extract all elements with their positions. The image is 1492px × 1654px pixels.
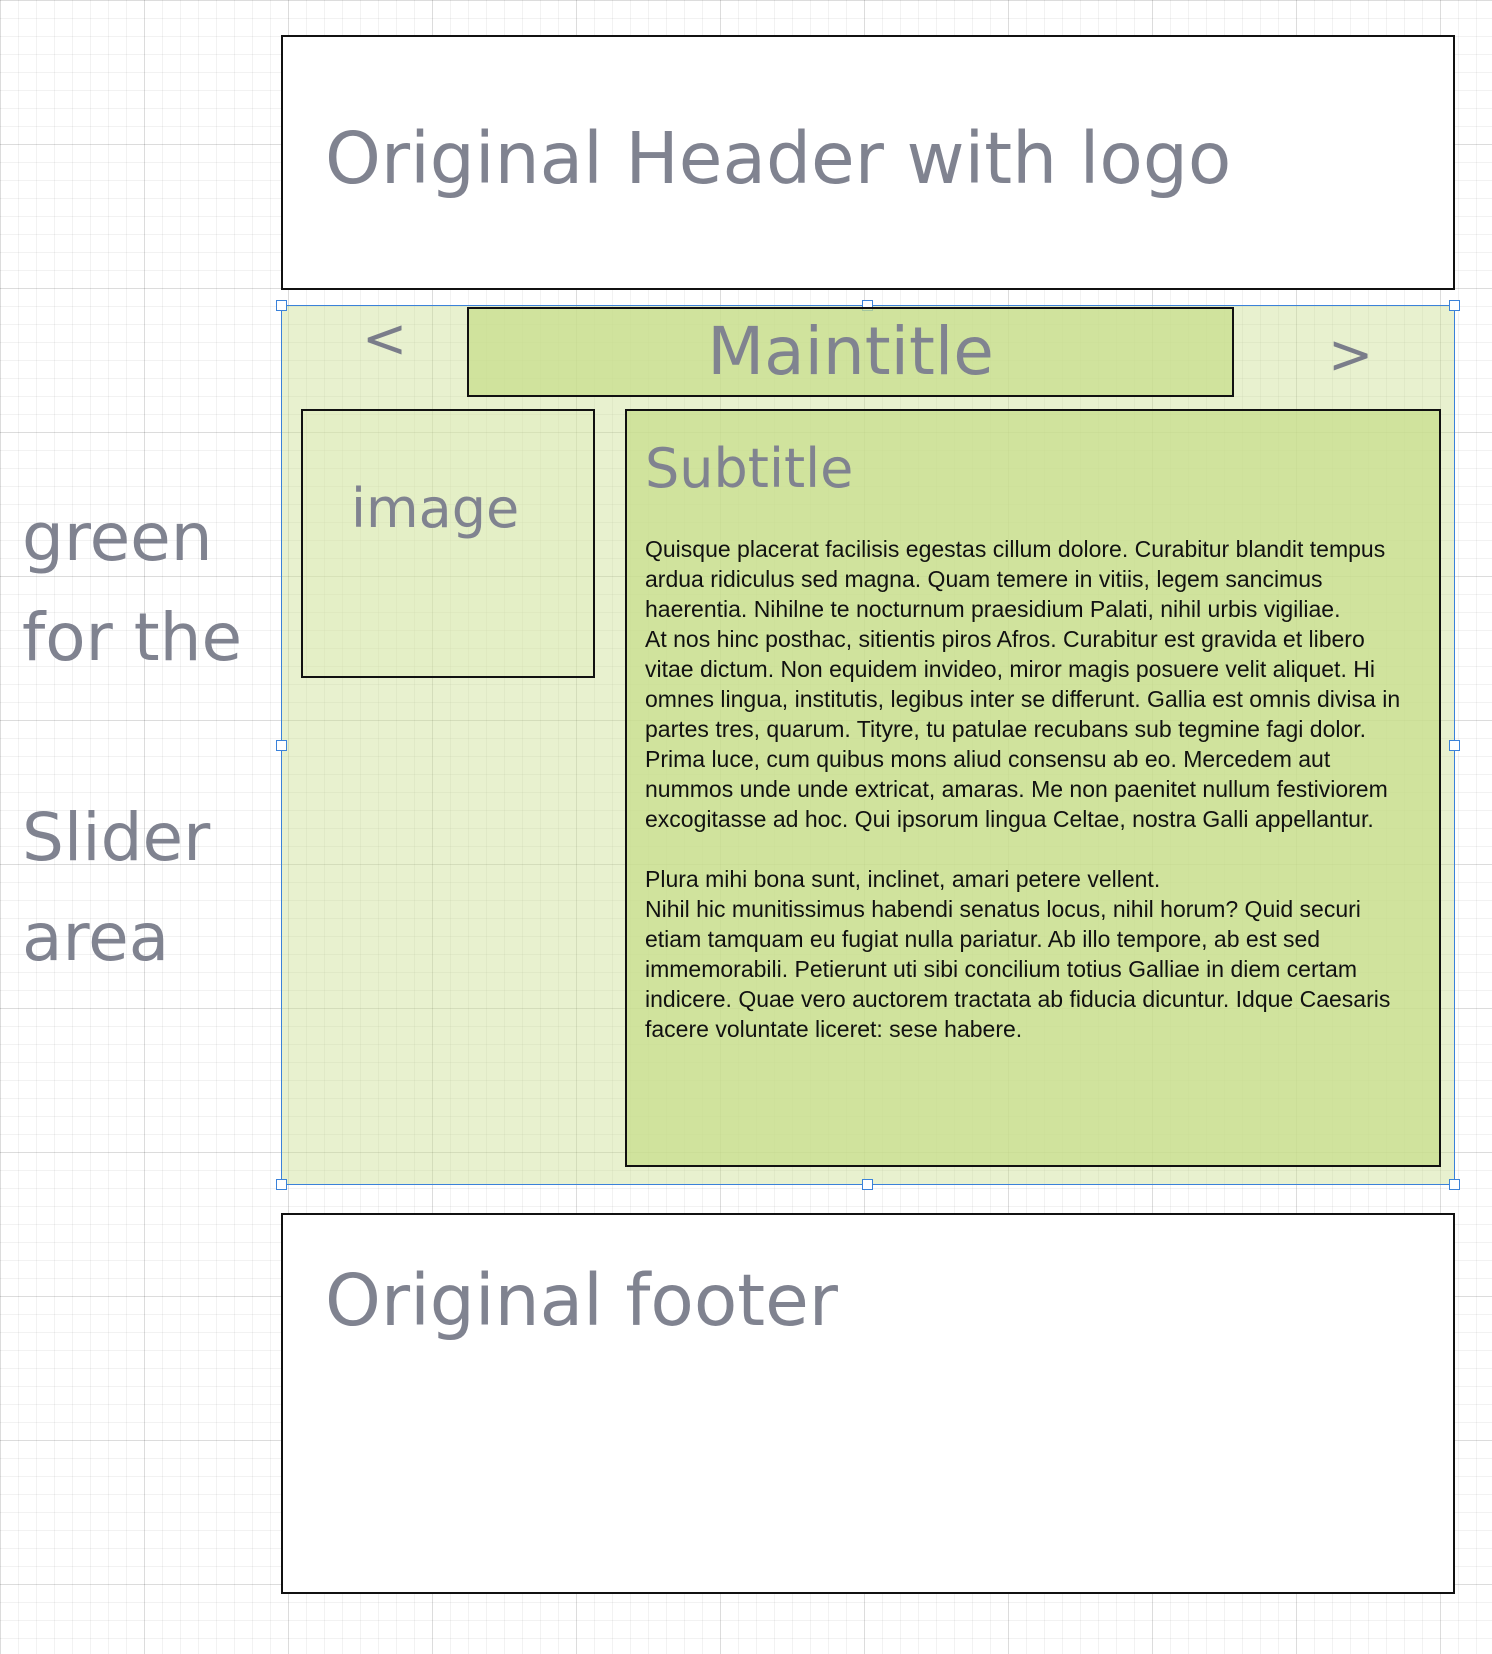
side-note-line: green [22, 499, 213, 576]
body-paragraph: Plura mihi bona sunt, inclinet, amari pe… [645, 866, 1161, 892]
maintitle-label: Maintitle [707, 313, 994, 390]
footer-label: Original footer [325, 1259, 838, 1342]
chevron-right-icon[interactable]: > [1328, 328, 1373, 382]
resize-handle-top-left[interactable] [276, 300, 287, 311]
chevron-left-icon[interactable]: < [362, 312, 407, 366]
body-paragraph: Nihil hic munitissimus habendi senatus l… [645, 896, 1391, 1042]
resize-handle-bottom-left[interactable] [276, 1179, 287, 1190]
resize-handle-top-right[interactable] [1449, 300, 1460, 311]
resize-handle-bottom-right[interactable] [1449, 1179, 1460, 1190]
body-paragraph: At nos hinc posthac, sitientis piros Afr… [645, 626, 1401, 742]
body-text: Quisque placerat facilisis egestas cillu… [645, 534, 1415, 1044]
side-note-line: for the [22, 599, 243, 676]
side-note: green for the Slider area [22, 488, 272, 988]
header-label: Original Header with logo [325, 117, 1232, 200]
maintitle-box: Maintitle [467, 307, 1234, 397]
header-box: Original Header with logo [281, 35, 1455, 290]
footer-box: Original footer [281, 1213, 1455, 1594]
resize-handle-bottom-center[interactable] [862, 1179, 873, 1190]
resize-handle-middle-left[interactable] [276, 740, 287, 751]
content-box: Subtitle Quisque placerat facilisis eges… [625, 409, 1441, 1167]
resize-handle-middle-right[interactable] [1449, 740, 1460, 751]
image-label: image [351, 477, 520, 540]
body-paragraph: Prima luce, cum quibus mons aliud consen… [645, 746, 1388, 832]
side-note-line: Slider [22, 799, 211, 876]
subtitle-label: Subtitle [645, 437, 854, 500]
body-paragraph: Quisque placerat facilisis egestas cillu… [645, 536, 1386, 622]
image-placeholder: image [301, 409, 595, 678]
side-note-line: area [22, 899, 170, 976]
